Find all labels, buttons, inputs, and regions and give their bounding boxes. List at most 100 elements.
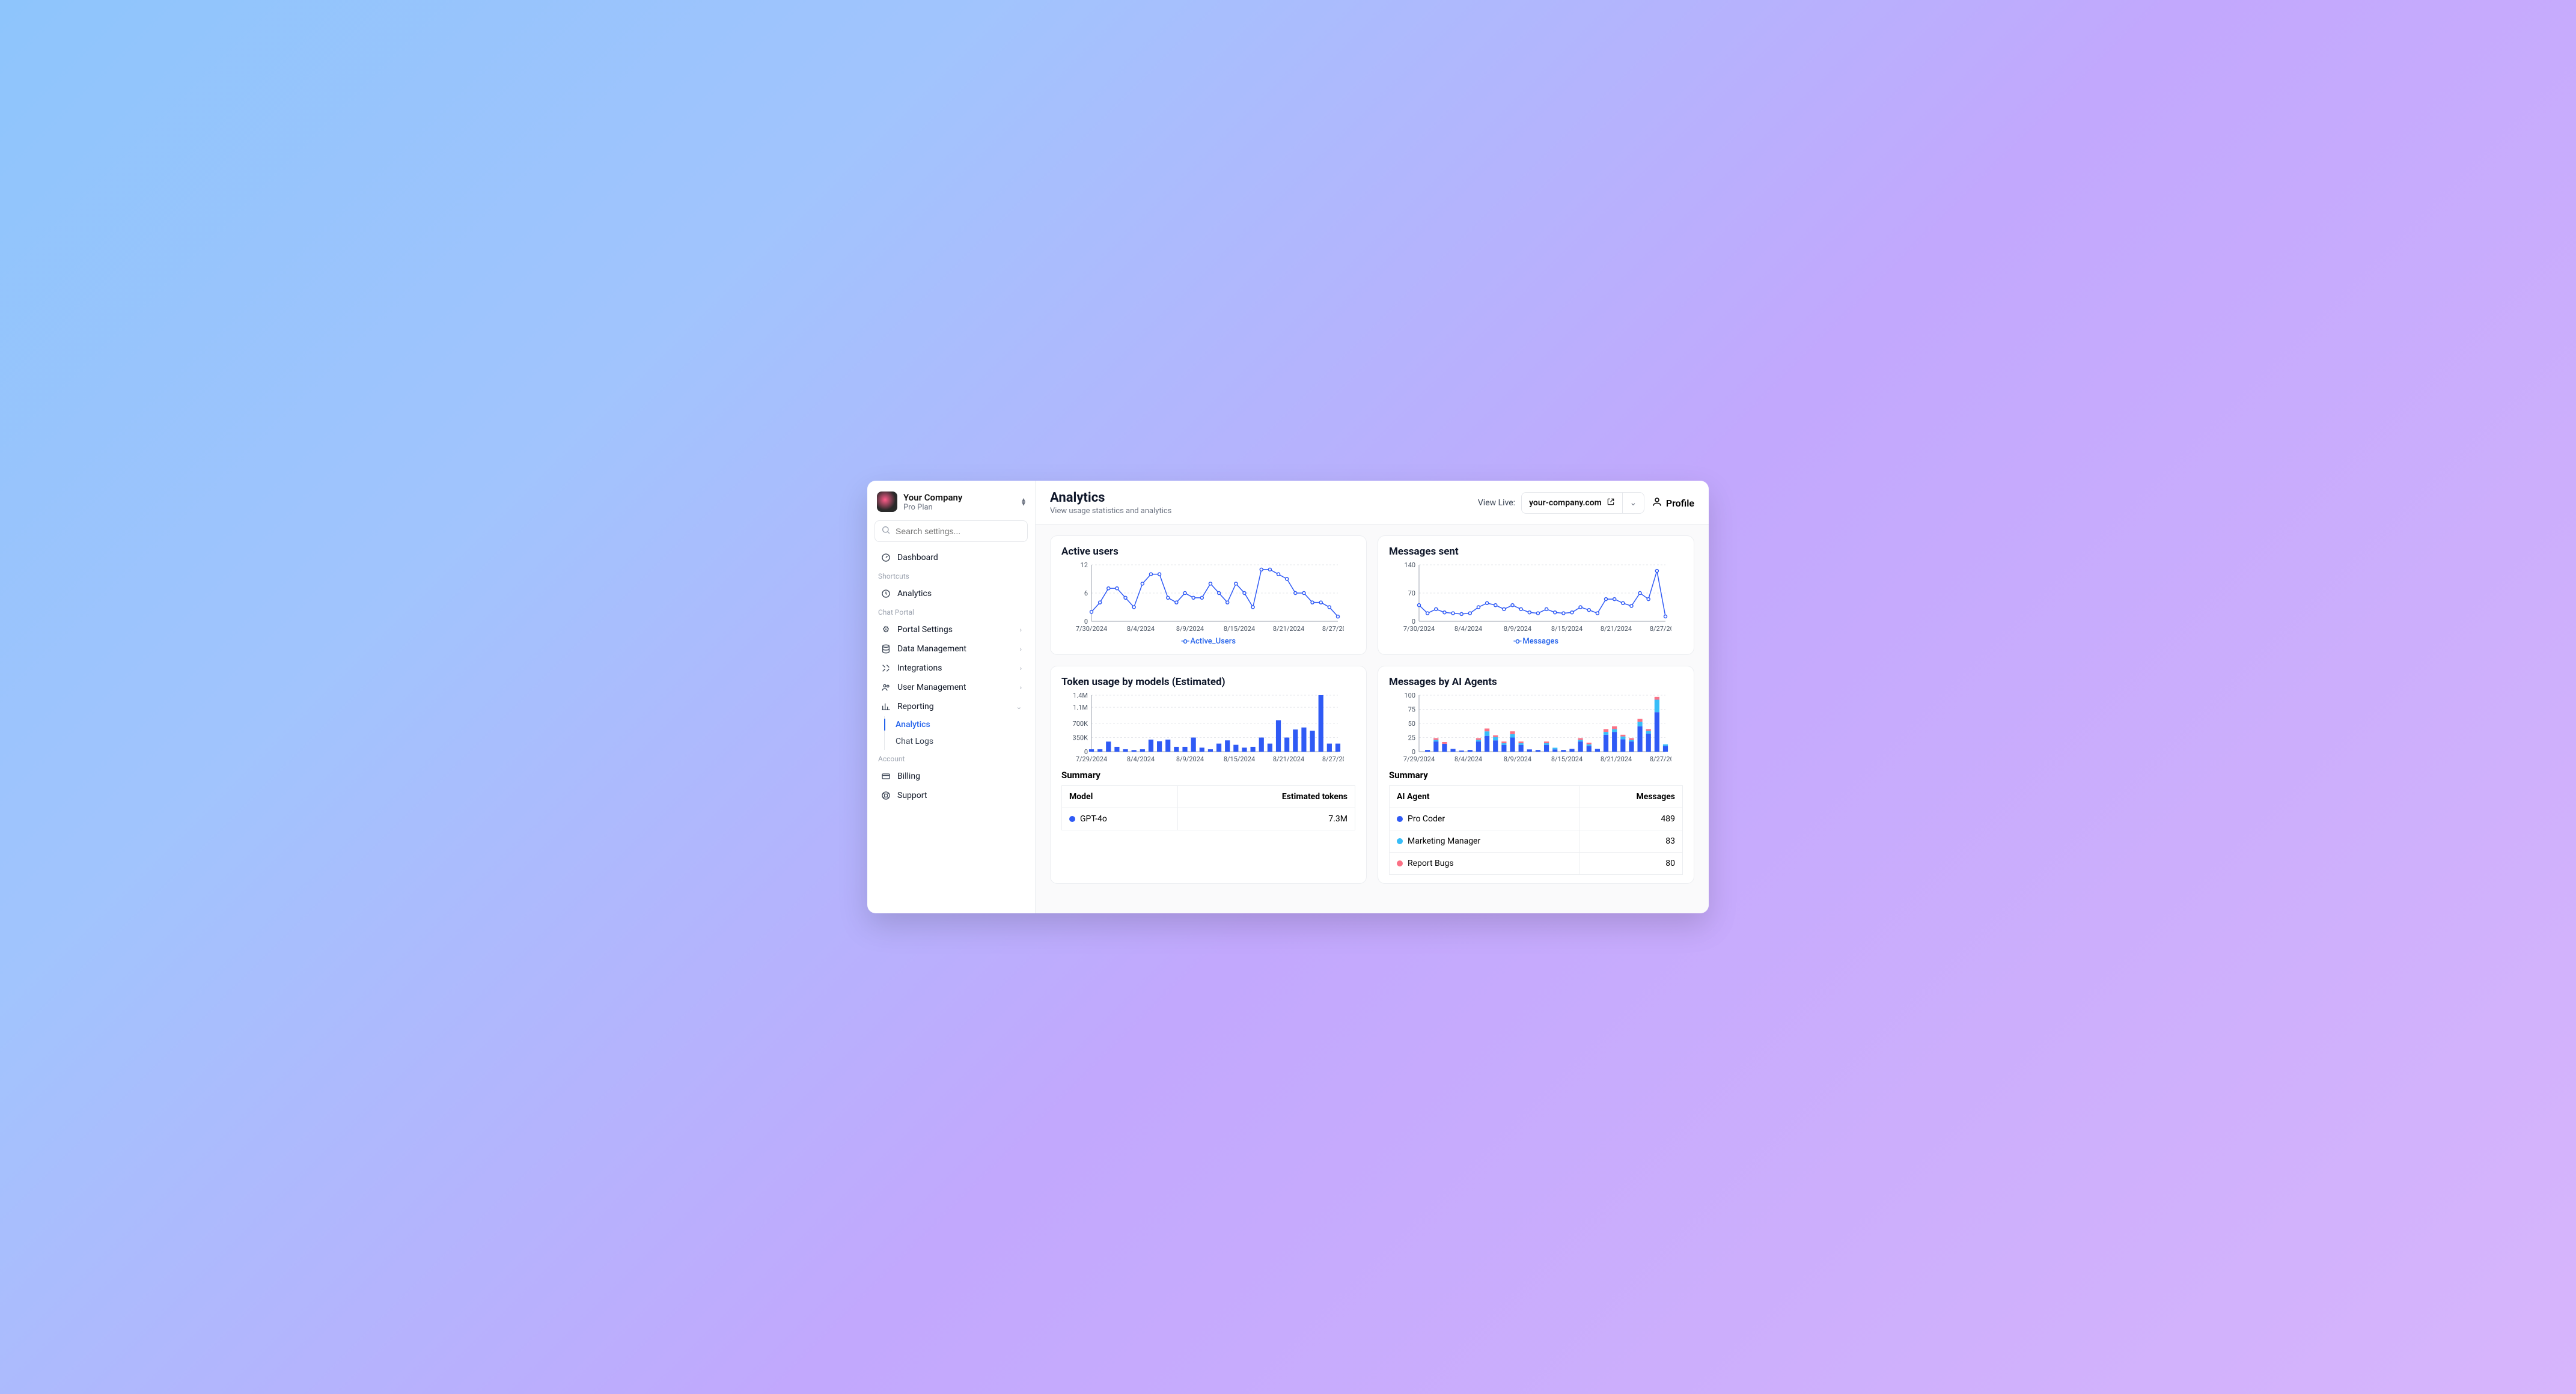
summary-messages-agents: Summary AI Agent Messages Pro Coder489Ma… [1389,770,1683,875]
view-live-label: View Live: [1478,498,1515,508]
sidebar-item-label: Dashboard [897,553,938,562]
svg-text:12: 12 [1081,561,1088,569]
series-dot-icon [1397,860,1403,866]
sidebar-item-data-management[interactable]: Data Management › [874,639,1028,659]
tools-icon [881,663,891,673]
svg-text:7/29/2024: 7/29/2024 [1403,755,1435,763]
summary-col-agent: AI Agent [1390,786,1579,808]
svg-text:8/27/2024: 8/27/2024 [1322,625,1344,633]
card-title: Active users [1061,546,1355,558]
sidebar-item-label: Integrations [897,663,942,673]
summary-title: Summary [1061,770,1355,781]
main: Analytics View usage statistics and anal… [1036,481,1709,913]
sidebar-item-portal-settings[interactable]: ⚙ Portal Settings › [874,620,1028,639]
external-link-icon [1607,498,1615,508]
sidebar-item-label: User Management [897,683,966,692]
svg-text:8/21/2024: 8/21/2024 [1273,625,1304,633]
company-plan: Pro Plan [903,503,1016,512]
credit-card-icon [881,772,891,781]
svg-text:8/15/2024: 8/15/2024 [1224,625,1255,633]
chart-messages-agents: 02550751007/29/20248/4/20248/9/20248/15/… [1389,692,1683,764]
sidebar-item-dashboard[interactable]: Dashboard [874,548,1028,567]
card-token-usage: Token usage by models (Estimated) 0350K7… [1050,666,1367,884]
card-messages-agents: Messages by AI Agents 02550751007/29/202… [1378,666,1694,884]
sidebar-item-user-management[interactable]: User Management › [874,678,1028,697]
svg-text:8/4/2024: 8/4/2024 [1127,755,1155,763]
chart-legend: Messages [1389,637,1683,646]
sidebar-item-label: Data Management [897,644,966,654]
svg-text:50: 50 [1408,720,1415,728]
bar-chart-icon [881,702,891,711]
svg-text:140: 140 [1404,561,1415,569]
svg-text:8/21/2024: 8/21/2024 [1601,625,1632,633]
svg-text:8/27/2024: 8/27/2024 [1650,755,1671,763]
sidebar-item-reporting-analytics[interactable]: Analytics [890,716,1028,733]
svg-text:6: 6 [1084,589,1088,597]
svg-text:7/30/2024: 7/30/2024 [1403,625,1435,633]
view-live-button[interactable]: your-company.com [1522,493,1622,513]
sidebar-item-label: Analytics [897,589,932,598]
summary-table: AI Agent Messages Pro Coder489Marketing … [1389,785,1683,875]
svg-text:8/4/2024: 8/4/2024 [1454,625,1482,633]
sidebar-item-reporting[interactable]: Reporting ⌄ [874,697,1028,716]
sidebar-item-label: Analytics [896,720,930,729]
sidebar: Your Company Pro Plan ▴▾ Dashboard Short… [867,481,1036,913]
chevron-down-icon: ⌄ [1016,703,1022,711]
sidebar-item-analytics-shortcut[interactable]: Analytics [874,584,1028,603]
svg-text:100: 100 [1404,692,1415,699]
sidebar-item-label: Portal Settings [897,625,953,635]
card-messages-sent: Messages sent 0701407/30/20248/4/20248/9… [1378,535,1694,655]
search-input[interactable] [896,526,1021,536]
sidebar-item-integrations[interactable]: Integrations › [874,659,1028,678]
sidebar-item-billing[interactable]: Billing [874,767,1028,786]
view-live-dropdown[interactable]: ⌄ [1622,493,1644,513]
topbar: Analytics View usage statistics and anal… [1036,481,1709,525]
chart-messages-sent: 0701407/30/20248/4/20248/9/20248/15/2024… [1389,561,1683,633]
summary-title: Summary [1389,770,1683,781]
company-logo [877,492,897,512]
card-title: Token usage by models (Estimated) [1061,676,1355,688]
summary-token-usage: Summary Model Estimated tokens GPT-4o7.3… [1061,770,1355,830]
series-dot-icon [1397,816,1403,822]
series-dot-icon [1069,816,1075,822]
profile-label: Profile [1666,498,1694,509]
card-active-users: Active users 06127/30/20248/4/20248/9/20… [1050,535,1367,655]
svg-text:1.4M: 1.4M [1073,692,1088,699]
chevron-right-icon: › [1020,684,1022,692]
users-icon [881,683,891,692]
chevron-right-icon: › [1020,626,1022,634]
updown-chevron-icon[interactable]: ▴▾ [1022,498,1025,505]
svg-text:7/29/2024: 7/29/2024 [1076,755,1107,763]
sidebar-item-label: Billing [897,772,920,781]
chevron-down-icon: ⌄ [1629,498,1637,508]
life-ring-icon [881,791,891,800]
svg-text:75: 75 [1408,706,1415,714]
svg-text:8/9/2024: 8/9/2024 [1176,625,1204,633]
summary-table: Model Estimated tokens GPT-4o7.3M [1061,785,1355,830]
sidebar-item-label: Reporting [897,702,934,711]
view-live-button-group: your-company.com ⌄ [1521,492,1644,514]
app-window: Your Company Pro Plan ▴▾ Dashboard Short… [867,481,1709,913]
page-title: Analytics [1050,490,1471,505]
page-subtitle: View usage statistics and analytics [1050,507,1471,516]
reporting-subnav: Analytics Chat Logs [884,716,1028,750]
chart-legend: Active_Users [1061,637,1355,646]
search-input-wrap[interactable] [874,520,1028,542]
content[interactable]: Active users 06127/30/20248/4/20248/9/20… [1036,525,1709,913]
card-title: Messages sent [1389,546,1683,558]
svg-text:25: 25 [1408,734,1415,742]
table-row: Marketing Manager83 [1390,830,1683,853]
chart-active-users: 06127/30/20248/4/20248/9/20248/15/20248/… [1061,561,1355,633]
series-dot-icon [1397,838,1403,844]
profile-button[interactable]: Profile [1652,496,1694,510]
sidebar-item-label: Support [897,791,927,800]
sidebar-item-support[interactable]: Support [874,786,1028,805]
gauge-icon [881,553,891,562]
svg-text:8/15/2024: 8/15/2024 [1224,755,1255,763]
sidebar-item-reporting-chat-logs[interactable]: Chat Logs [890,733,1028,750]
company-switcher[interactable]: Your Company Pro Plan ▴▾ [874,488,1028,518]
summary-col-model: Model [1062,786,1178,808]
section-shortcuts: Shortcuts [874,567,1028,584]
section-account: Account [874,750,1028,767]
table-row: Report Bugs80 [1390,853,1683,875]
